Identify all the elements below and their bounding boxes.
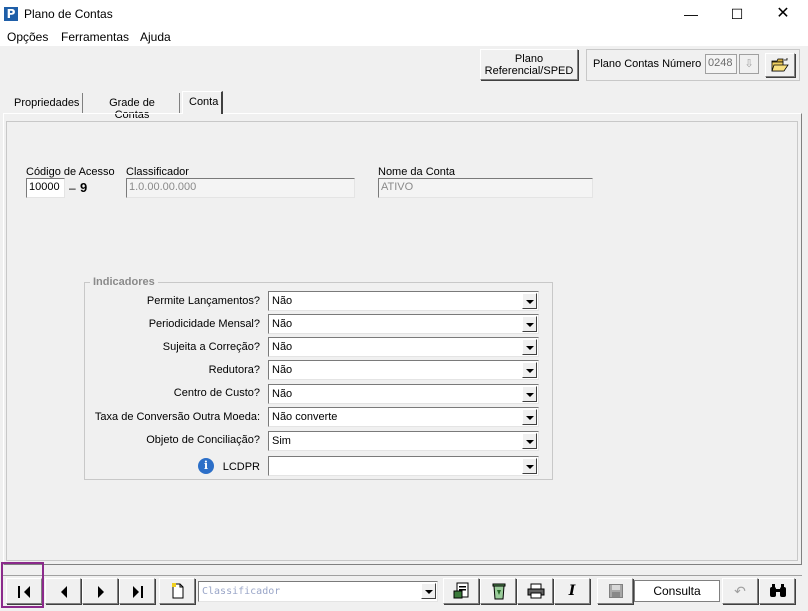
report-icon xyxy=(453,582,469,599)
app-icon: P xyxy=(4,7,18,21)
chevron-down-icon[interactable] xyxy=(522,362,537,378)
codigo-acesso-label: Código de Acesso xyxy=(26,166,115,178)
open-folder-icon xyxy=(771,58,789,72)
binoculars-icon xyxy=(770,584,786,597)
tab-conta-label: Conta xyxy=(189,96,219,108)
indicadores-title: Indicadores xyxy=(90,276,158,288)
chevron-down-icon[interactable] xyxy=(522,339,537,355)
classificador-search-placeholder: Classificador xyxy=(202,586,281,597)
nome-conta-input[interactable]: ATIVO xyxy=(378,178,593,198)
next-record-button[interactable] xyxy=(82,578,118,604)
last-record-button[interactable] xyxy=(119,578,155,604)
previous-record-button[interactable] xyxy=(45,578,81,604)
menu-ferramentas[interactable]: Ferramentas xyxy=(61,30,129,44)
objeto-conciliacao-value: Sim xyxy=(272,435,291,447)
codigo-acesso-input[interactable]: 10000 xyxy=(26,178,65,198)
classificador-label: Classificador xyxy=(126,166,189,178)
chevron-down-icon[interactable] xyxy=(522,458,537,474)
highlight-box xyxy=(1,562,44,608)
lcdpr-label: LCDPR xyxy=(222,461,260,473)
window-title: Plano de Contas xyxy=(24,7,113,21)
centro-custo-select[interactable]: Não xyxy=(268,384,539,404)
redutora-select[interactable]: Não xyxy=(268,360,539,380)
print-button[interactable] xyxy=(517,578,553,604)
redutora-label: Redutora? xyxy=(208,364,260,376)
undo-icon: ↶ xyxy=(734,583,746,599)
sujeita-correcao-value: Não xyxy=(272,341,293,353)
permite-lancamentos-value: Não xyxy=(272,295,293,307)
chevron-down-icon[interactable] xyxy=(522,433,537,449)
redutora-value: Não xyxy=(272,364,293,376)
chevron-down-icon[interactable] xyxy=(522,316,537,332)
centro-custo-label: Centro de Custo? xyxy=(173,387,260,399)
plano-contas-label: Plano Contas Número xyxy=(593,58,702,70)
sujeita-correcao-select[interactable]: Não xyxy=(268,337,539,357)
centro-custo-value: Não xyxy=(272,388,293,400)
save-icon xyxy=(609,584,623,598)
italic-button[interactable]: I xyxy=(554,578,590,604)
classificador-search-select[interactable]: Classificador xyxy=(198,581,438,602)
tab-conta[interactable]: Conta xyxy=(182,91,223,114)
plano-referencial-button[interactable]: Plano Referencial/SPED xyxy=(480,49,578,80)
new-document-icon xyxy=(172,583,184,599)
nome-conta-label: Nome da Conta xyxy=(378,166,456,178)
chevron-down-icon[interactable] xyxy=(522,409,537,425)
recycle-button[interactable] xyxy=(480,578,516,604)
close-button[interactable]: ✕ xyxy=(760,0,806,28)
chevron-down-icon[interactable] xyxy=(522,293,537,309)
menu-opcoes[interactable]: Opções xyxy=(7,30,48,44)
codigo-check-digit: 9 xyxy=(80,180,88,195)
permite-lancamentos-label: Permite Lançamentos? xyxy=(146,295,260,307)
lcdpr-select[interactable] xyxy=(268,456,539,476)
codigo-separator: – xyxy=(69,181,76,195)
classificador-input[interactable]: 1.0.00.00.000 xyxy=(126,178,355,198)
plano-referencial-line2: Referencial/SPED xyxy=(484,65,574,77)
next-record-icon xyxy=(98,586,104,598)
last-record-icon xyxy=(120,579,156,603)
sujeita-correcao-label: Sujeita a Correção? xyxy=(162,341,260,353)
objeto-conciliacao-select[interactable]: Sim xyxy=(268,431,539,451)
mode-status: Consulta xyxy=(634,580,720,602)
periodicidade-mensal-label: Periodicidade Mensal? xyxy=(148,318,260,330)
taxa-conversao-value: Não converte xyxy=(272,411,338,423)
save-button[interactable] xyxy=(597,578,633,604)
undo-button[interactable]: ↶ xyxy=(722,578,758,604)
permite-lancamentos-select[interactable]: Não xyxy=(268,291,539,311)
plano-contas-number-field[interactable]: 0248 xyxy=(705,54,737,74)
tab-propriedades[interactable]: Propriedades xyxy=(8,93,83,113)
new-document-button[interactable] xyxy=(159,578,195,604)
chevron-down-icon[interactable] xyxy=(522,386,537,402)
periodicidade-mensal-select[interactable]: Não xyxy=(268,314,539,334)
minimize-button[interactable]: — xyxy=(668,0,714,28)
report-button[interactable] xyxy=(443,578,479,604)
taxa-conversao-select[interactable]: Não converte xyxy=(268,407,539,427)
plano-referencial-line1: Plano xyxy=(514,53,544,65)
italic-icon: I xyxy=(568,583,576,599)
maximize-button[interactable]: ☐ xyxy=(714,0,760,28)
print-icon xyxy=(527,583,545,599)
tab-propriedades-label: Propriedades xyxy=(14,97,80,109)
tab-grade-de-contas[interactable]: Grade de Contas xyxy=(85,93,180,121)
menu-ajuda[interactable]: Ajuda xyxy=(140,30,171,44)
chevron-down-icon[interactable] xyxy=(421,583,436,599)
download-arrow-icon[interactable]: ⇩ xyxy=(739,54,759,74)
open-folder-button[interactable] xyxy=(765,53,795,77)
periodicidade-mensal-value: Não xyxy=(272,318,293,330)
recycle-icon xyxy=(492,583,506,600)
objeto-conciliacao-label: Objeto de Conciliação? xyxy=(146,434,260,446)
taxa-conversao-label: Taxa de Conversão Outra Moeda: xyxy=(94,411,260,423)
search-button[interactable] xyxy=(759,578,795,604)
previous-record-icon xyxy=(61,586,67,598)
